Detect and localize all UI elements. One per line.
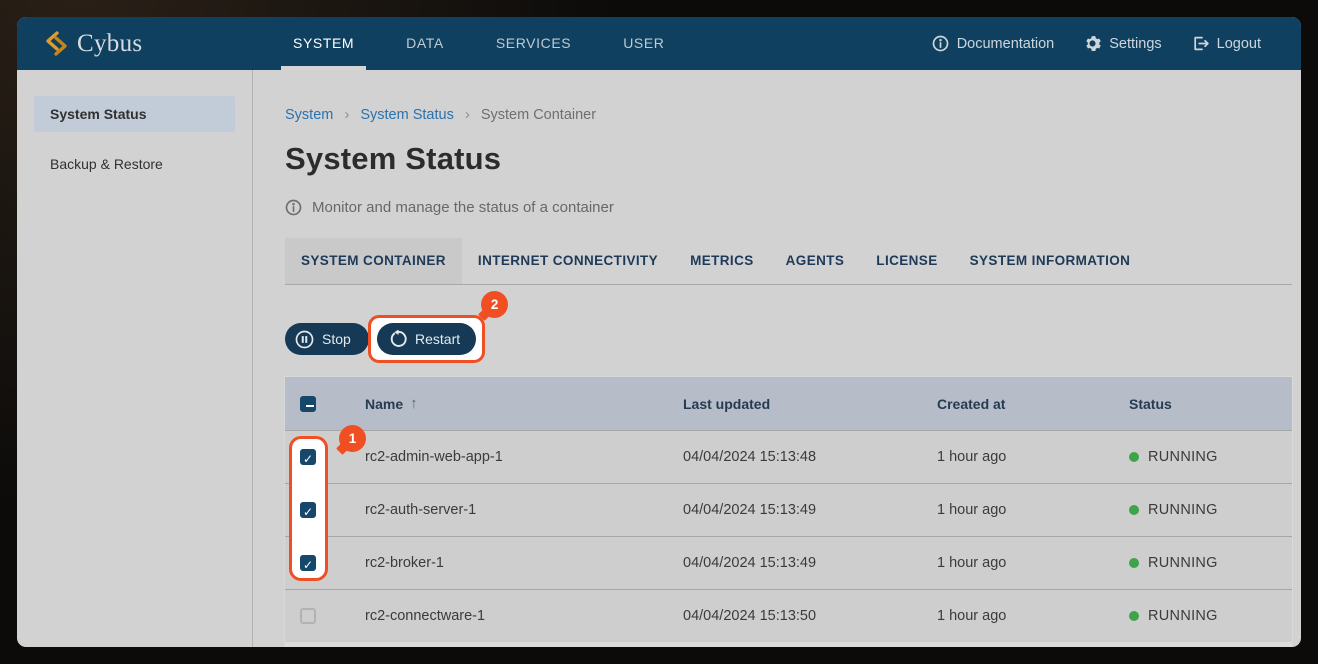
logout-label: Logout — [1217, 36, 1261, 52]
last-updated-value: 04/04/2024 15:13:49 — [683, 502, 937, 518]
main-content: System › System Status › System Containe… — [253, 70, 1301, 647]
cybus-logo-icon — [45, 30, 68, 57]
status-label: RUNNING — [1148, 608, 1218, 624]
documentation-label: Documentation — [957, 36, 1055, 52]
guide-highlight-restart: Restart 2 — [368, 315, 485, 363]
row-checkbox-cell — [285, 555, 365, 571]
table-row[interactable]: rc2-broker-1 04/04/2024 15:13:49 1 hour … — [285, 536, 1292, 589]
column-header-created-at[interactable]: Created at — [937, 396, 1129, 412]
settings-label: Settings — [1109, 36, 1161, 52]
breadcrumb-current: System Container — [481, 107, 596, 123]
status-dot-icon — [1129, 505, 1139, 515]
tab[interactable]: LICENSE — [860, 238, 953, 284]
guide-step-1-badge: 1 — [339, 425, 366, 452]
column-header-last-updated[interactable]: Last updated — [683, 396, 937, 412]
container-toolbar: Stop Restart 2 — [285, 285, 1292, 377]
tab[interactable]: METRICS — [674, 238, 770, 284]
breadcrumb: System › System Status › System Containe… — [285, 106, 1292, 123]
status-cell: RUNNING — [1129, 449, 1292, 465]
last-updated-value: 04/04/2024 15:13:49 — [683, 555, 937, 571]
status-label: RUNNING — [1148, 449, 1218, 465]
breadcrumb-separator: › — [344, 106, 349, 123]
primary-nav: SYSTEM DATA SERVICES USER — [281, 17, 677, 70]
sidebar: System Status Backup & Restore — [17, 70, 253, 647]
page-subtitle: Monitor and manage the status of a conta… — [285, 199, 1292, 216]
logout-button[interactable]: Logout — [1192, 35, 1261, 52]
subtitle-text: Monitor and manage the status of a conta… — [312, 199, 614, 216]
nav-item[interactable]: SYSTEM — [281, 17, 366, 70]
table-row[interactable]: rc2-connectware-1 04/04/2024 15:13:50 1 … — [285, 589, 1292, 642]
table-row[interactable]: rc2-admin-web-app-1 04/04/2024 15:13:48 … — [285, 430, 1292, 483]
created-at-value: 1 hour ago — [937, 555, 1129, 571]
breadcrumb-separator: › — [465, 106, 470, 123]
last-updated-value: 04/04/2024 15:13:50 — [683, 608, 937, 624]
table-header-row: Name ↑ Last updated Created at Status — [285, 377, 1292, 430]
last-updated-value: 04/04/2024 15:13:48 — [683, 449, 937, 465]
sidebar-item[interactable]: Backup & Restore — [34, 146, 235, 182]
status-cell: RUNNING — [1129, 502, 1292, 518]
sort-ascending-icon: ↑ — [410, 395, 418, 412]
logout-icon — [1192, 35, 1209, 52]
status-dot-icon — [1129, 452, 1139, 462]
row-checkbox-cell — [285, 608, 365, 624]
cybus-logo: Cybus — [45, 17, 142, 70]
nav-item[interactable]: USER — [611, 17, 676, 70]
info-circle-icon — [932, 35, 949, 52]
top-navigation-bar: Cybus SYSTEM DATA SERVICES USER Document… — [17, 17, 1301, 70]
section-tabs: SYSTEM CONTAINER INTERNET CONNECTIVITY M… — [285, 238, 1292, 285]
settings-button[interactable]: Settings — [1084, 35, 1161, 52]
name-header-label: Name — [365, 396, 403, 412]
container-name: rc2-admin-web-app-1 — [365, 449, 683, 465]
topbar-actions: Documentation Settings Logout — [932, 17, 1261, 70]
restart-button[interactable]: Restart — [377, 323, 476, 355]
row-checkbox[interactable] — [300, 502, 316, 518]
logo-text: Cybus — [77, 30, 142, 58]
tab[interactable]: SYSTEM CONTAINER — [285, 238, 462, 284]
container-name: rc2-connectware-1 — [365, 608, 683, 624]
gear-icon — [1084, 35, 1101, 52]
nav-item[interactable]: DATA — [394, 17, 456, 70]
container-table: Name ↑ Last updated Created at Status — [285, 377, 1292, 647]
row-checkbox[interactable] — [300, 449, 316, 465]
status-dot-icon — [1129, 611, 1139, 621]
select-all-cell — [285, 396, 365, 412]
stop-button[interactable]: Stop — [285, 323, 369, 355]
status-label: RUNNING — [1148, 502, 1218, 518]
stop-label: Stop — [322, 331, 351, 347]
status-cell: RUNNING — [1129, 555, 1292, 571]
row-checkbox-cell — [285, 502, 365, 518]
pause-icon — [295, 330, 314, 349]
created-at-value: 1 hour ago — [937, 502, 1129, 518]
select-all-checkbox[interactable] — [300, 396, 316, 412]
restart-icon — [389, 330, 407, 348]
container-name: rc2-auth-server-1 — [365, 502, 683, 518]
restart-label: Restart — [415, 331, 460, 347]
column-header-status[interactable]: Status — [1129, 396, 1292, 412]
row-checkbox[interactable] — [300, 555, 316, 571]
status-dot-icon — [1129, 558, 1139, 568]
created-at-value: 1 hour ago — [937, 608, 1129, 624]
info-circle-icon — [285, 199, 302, 216]
sidebar-item[interactable]: System Status — [34, 96, 235, 132]
tab[interactable]: SYSTEM INFORMATION — [954, 238, 1147, 284]
status-cell: RUNNING — [1129, 608, 1292, 624]
row-checkbox[interactable] — [300, 608, 316, 624]
guide-step-2-badge: 2 — [481, 291, 508, 318]
tab[interactable]: AGENTS — [770, 238, 861, 284]
app-window: Cybus SYSTEM DATA SERVICES USER Document… — [17, 17, 1301, 647]
status-label: RUNNING — [1148, 555, 1218, 571]
documentation-button[interactable]: Documentation — [932, 35, 1055, 52]
breadcrumb-link-system[interactable]: System — [285, 107, 333, 123]
created-at-value: 1 hour ago — [937, 449, 1129, 465]
page-title: System Status — [285, 141, 1292, 177]
breadcrumb-link-system-status[interactable]: System Status — [360, 107, 453, 123]
column-header-name[interactable]: Name ↑ — [365, 395, 683, 412]
tab[interactable]: INTERNET CONNECTIVITY — [462, 238, 674, 284]
table-row[interactable]: rc2-auth-server-1 04/04/2024 15:13:49 1 … — [285, 483, 1292, 536]
nav-item[interactable]: SERVICES — [484, 17, 583, 70]
table-body: rc2-admin-web-app-1 04/04/2024 15:13:48 … — [285, 430, 1292, 642]
container-name: rc2-broker-1 — [365, 555, 683, 571]
app-body: System Status Backup & Restore System › … — [17, 70, 1301, 647]
